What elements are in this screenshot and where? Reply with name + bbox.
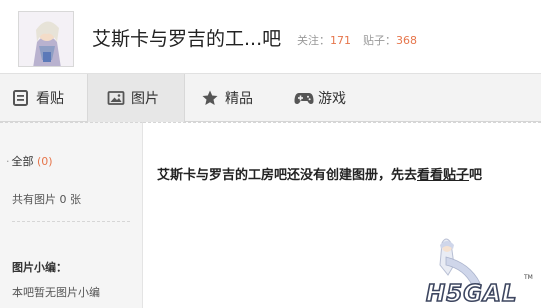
album-all-label: 全部 xyxy=(11,155,34,168)
forum-avatar[interactable] xyxy=(18,11,74,67)
tab-pictures[interactable]: 图片 xyxy=(87,74,185,122)
album-sidebar: · 全部 (0) 共有图片 0 张 图片小编： 本吧暂无图片小编 xyxy=(0,122,143,308)
posts-label: 贴子： xyxy=(363,34,396,47)
sidebar-divider xyxy=(12,221,130,222)
empty-message-prefix: 艾斯卡与罗吉的工房吧还没有创建图册，先去 xyxy=(157,168,418,183)
site-watermark-logo: H5GAL TM xyxy=(420,235,541,308)
picture-total: 共有图片 0 张 xyxy=(12,193,81,206)
editor-note: 本吧暂无图片小编 xyxy=(12,286,100,299)
editor-title: 图片小编： xyxy=(12,261,67,274)
tab-bar: 看贴 图片 精品 游戏 xyxy=(0,73,541,122)
tab-games-label: 游戏 xyxy=(318,91,346,107)
tab-featured[interactable]: 精品 xyxy=(185,74,280,122)
tab-posts[interactable]: 看贴 xyxy=(0,74,87,122)
tab-pictures-label: 图片 xyxy=(131,91,159,107)
album-all-count: (0) xyxy=(37,155,53,168)
album-all-link[interactable]: · 全部 (0) xyxy=(6,153,53,169)
document-icon xyxy=(12,89,30,107)
follow-label: 关注： xyxy=(297,34,330,47)
tab-posts-label: 看贴 xyxy=(36,91,64,107)
tab-featured-label: 精品 xyxy=(225,91,253,107)
watermark-text: H5GAL xyxy=(426,281,518,307)
follow-count: 171 xyxy=(330,34,351,47)
empty-message-suffix: 吧 xyxy=(469,168,483,183)
tab-games[interactable]: 游戏 xyxy=(280,74,370,122)
view-posts-link[interactable]: 看看贴子 xyxy=(417,168,469,183)
forum-stats: 关注：171 贴子：368 xyxy=(297,32,417,48)
gamepad-icon xyxy=(294,89,314,107)
bullet-icon: · xyxy=(6,155,10,168)
star-icon xyxy=(201,89,219,107)
forum-title[interactable]: 艾斯卡与罗吉的工...吧 xyxy=(92,24,281,51)
watermark-tm: TM xyxy=(523,274,533,281)
image-icon xyxy=(107,89,125,107)
forum-header: 艾斯卡与罗吉的工...吧 关注：171 贴子：368 xyxy=(0,0,541,73)
posts-count: 368 xyxy=(396,34,417,47)
empty-album-message: 艾斯卡与罗吉的工房吧还没有创建图册，先去看看贴子吧 xyxy=(157,164,482,183)
